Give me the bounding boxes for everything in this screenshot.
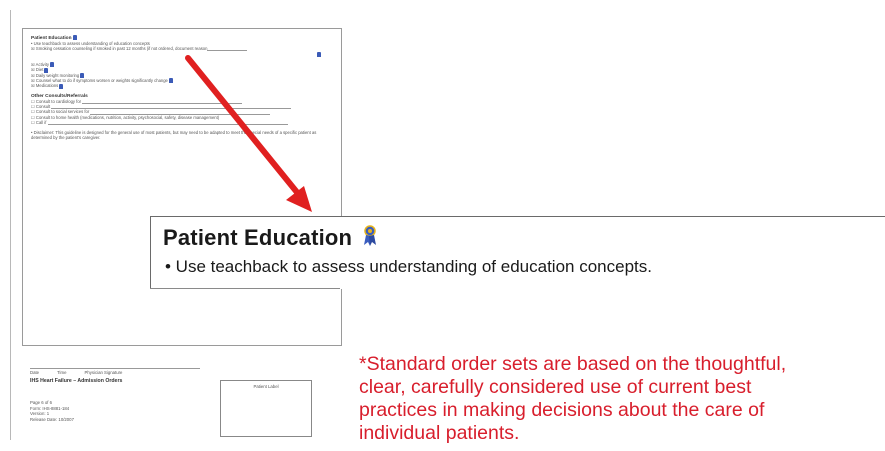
disclaimer-line: clear, carefully considered use of curre… (359, 376, 752, 398)
disclaimer-line: *Standard order sets are based on the th… (359, 353, 787, 375)
disclaimer-line: practices in making decisions about the … (359, 399, 765, 421)
standard-order-set-disclaimer: *Standard order sets are based on the th… (359, 353, 885, 451)
disclaimer-line: individual patients. (359, 422, 520, 444)
